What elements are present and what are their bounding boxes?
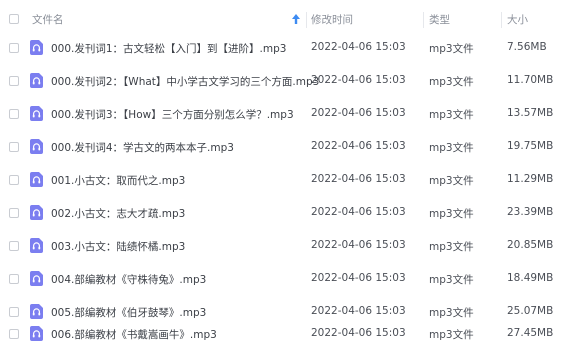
file-type: mp3文件 (429, 43, 474, 55)
file-size: 11.70MB (507, 74, 554, 86)
table-row[interactable]: 003.小古文：陆绩怀橘.mp3 2022-04-06 15:03 mp3文件 … (0, 230, 576, 263)
row-checkbox[interactable] (9, 208, 19, 218)
file-list: 文件名 修改时间 类型 大小 000.发刊词1：古文轻松【入门】到【进阶】.mp (0, 0, 576, 356)
audio-file-icon (30, 106, 43, 121)
column-time-label: 修改时间 (311, 13, 353, 26)
row-checkbox[interactable] (9, 76, 19, 86)
file-type: mp3文件 (429, 208, 474, 220)
file-type: mp3文件 (429, 175, 474, 187)
file-name[interactable]: 000.发刊词2：【What】中小学古文学习的三个方面.mp3 (51, 74, 319, 89)
table-row[interactable]: 000.发刊词3：【How】三个方面分别怎么学？.mp3 2022-04-06 … (0, 98, 576, 131)
select-all-checkbox[interactable] (9, 14, 19, 24)
file-name[interactable]: 000.发刊词4：学古文的两本本子.mp3 (51, 140, 234, 155)
file-type: mp3文件 (429, 241, 474, 253)
column-divider[interactable] (306, 12, 307, 28)
column-type[interactable]: 类型 (429, 4, 450, 34)
sort-ascending-icon[interactable] (291, 13, 301, 25)
row-checkbox[interactable] (9, 241, 19, 251)
file-modified-time: 2022-04-06 15:03 (311, 206, 406, 218)
file-type: mp3文件 (429, 142, 474, 154)
table-row[interactable]: 006.部编教材《书戴嵩画牛》.mp3 2022-04-06 15:03 mp3… (0, 318, 576, 351)
file-type: mp3文件 (429, 274, 474, 286)
file-size: 23.39MB (507, 206, 554, 218)
table-row[interactable]: 000.发刊词4：学古文的两本本子.mp3 2022-04-06 15:03 m… (0, 131, 576, 164)
column-name[interactable]: 文件名 (32, 4, 64, 34)
file-list-header: 文件名 修改时间 类型 大小 (0, 4, 576, 34)
file-name[interactable]: 004.部编教材《守株待兔》.mp3 (51, 272, 206, 287)
audio-file-icon (30, 205, 43, 220)
file-size: 19.75MB (507, 140, 554, 152)
column-size-label: 大小 (507, 13, 528, 26)
file-name[interactable]: 000.发刊词1：古文轻松【入门】到【进阶】.mp3 (51, 41, 286, 56)
table-row[interactable]: 000.发刊词2：【What】中小学古文学习的三个方面.mp3 2022-04-… (0, 65, 576, 98)
audio-file-icon (30, 271, 43, 286)
file-modified-time: 2022-04-06 15:03 (311, 173, 406, 185)
row-checkbox[interactable] (9, 109, 19, 119)
audio-file-icon (30, 326, 43, 341)
file-modified-time: 2022-04-06 15:03 (311, 140, 406, 152)
file-size: 20.85MB (507, 239, 554, 251)
file-modified-time: 2022-04-06 15:03 (311, 305, 406, 317)
audio-file-icon (30, 304, 43, 319)
file-modified-time: 2022-04-06 15:03 (311, 239, 406, 251)
audio-file-icon (30, 172, 43, 187)
column-type-label: 类型 (429, 13, 450, 26)
file-size: 25.07MB (507, 305, 554, 317)
row-checkbox[interactable] (9, 307, 19, 317)
file-size: 7.56MB (507, 41, 547, 53)
audio-file-icon (30, 40, 43, 55)
table-row[interactable]: 001.小古文：取而代之.mp3 2022-04-06 15:03 mp3文件 … (0, 164, 576, 197)
audio-file-icon (30, 238, 43, 253)
table-row[interactable]: 004.部编教材《守株待兔》.mp3 2022-04-06 15:03 mp3文… (0, 263, 576, 296)
column-modified-time[interactable]: 修改时间 (311, 4, 353, 34)
file-type: mp3文件 (429, 329, 474, 341)
file-modified-time: 2022-04-06 15:03 (311, 272, 406, 284)
row-checkbox[interactable] (9, 175, 19, 185)
file-name[interactable]: 001.小古文：取而代之.mp3 (51, 173, 185, 188)
row-checkbox[interactable] (9, 274, 19, 284)
column-divider[interactable] (501, 12, 502, 28)
row-checkbox[interactable] (9, 142, 19, 152)
column-divider[interactable] (423, 12, 424, 28)
column-name-label: 文件名 (32, 13, 64, 26)
file-modified-time: 2022-04-06 15:03 (311, 107, 406, 119)
file-size: 27.45MB (507, 327, 554, 339)
row-checkbox[interactable] (9, 43, 19, 53)
file-size: 18.49MB (507, 272, 554, 284)
file-name[interactable]: 002.小古文：志大才疏.mp3 (51, 206, 185, 221)
column-size[interactable]: 大小 (507, 4, 528, 34)
file-type: mp3文件 (429, 109, 474, 121)
file-size: 11.29MB (507, 173, 554, 185)
file-name[interactable]: 000.发刊词3：【How】三个方面分别怎么学？.mp3 (51, 107, 294, 122)
file-name[interactable]: 006.部编教材《书戴嵩画牛》.mp3 (51, 327, 217, 342)
audio-file-icon (30, 139, 43, 154)
table-row[interactable]: 002.小古文：志大才疏.mp3 2022-04-06 15:03 mp3文件 … (0, 197, 576, 230)
file-type: mp3文件 (429, 76, 474, 88)
file-size: 13.57MB (507, 107, 554, 119)
file-modified-time: 2022-04-06 15:03 (311, 41, 406, 53)
file-modified-time: 2022-04-06 15:03 (311, 327, 406, 339)
file-name[interactable]: 003.小古文：陆绩怀橘.mp3 (51, 239, 185, 254)
audio-file-icon (30, 73, 43, 88)
row-checkbox[interactable] (9, 329, 19, 339)
file-modified-time: 2022-04-06 15:03 (311, 74, 406, 86)
table-row[interactable]: 000.发刊词1：古文轻松【入门】到【进阶】.mp3 2022-04-06 15… (0, 32, 576, 65)
